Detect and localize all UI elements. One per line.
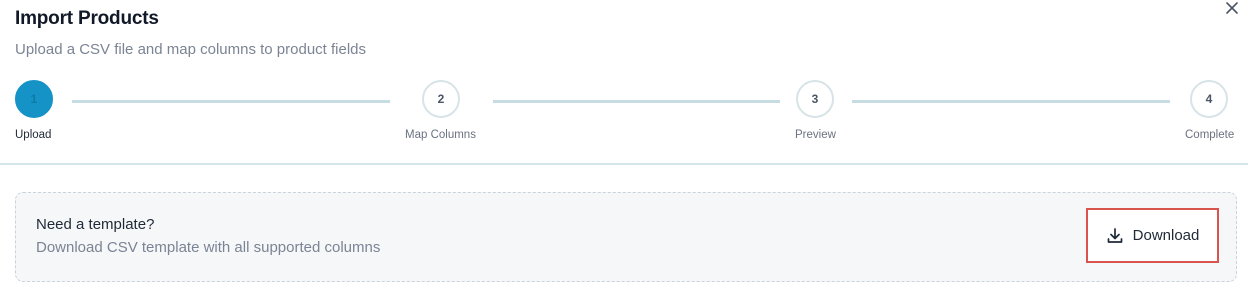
step-4-label: Complete	[1185, 129, 1235, 141]
step-2-label: Map Columns	[405, 129, 476, 141]
step-3-label: Preview	[795, 129, 836, 141]
step-1-circle[interactable]: 1	[15, 80, 53, 118]
step-1-label: Upload	[15, 129, 52, 141]
step-3-circle[interactable]: 3	[796, 80, 834, 118]
step-2-circle[interactable]: 2	[422, 80, 460, 118]
close-icon	[1226, 2, 1238, 14]
close-button[interactable]	[1224, 0, 1240, 16]
step-connector	[493, 100, 780, 103]
download-button-label: Download	[1132, 227, 1200, 244]
dialog-subtitle: Upload a CSV file and map columns to pro…	[15, 41, 367, 58]
header-divider	[0, 163, 1248, 165]
template-title: Need a template?	[36, 216, 155, 233]
import-stepper: 1 2 3 4 Upload Map Columns Preview Compl…	[0, 78, 1248, 158]
template-download-card: Need a template? Download CSV template w…	[15, 192, 1237, 282]
step-4-circle[interactable]: 4	[1190, 80, 1228, 118]
download-icon	[1106, 227, 1124, 245]
import-products-dialog: Import Products Upload a CSV file and ma…	[0, 0, 1248, 294]
step-connector	[852, 100, 1170, 103]
template-description: Download CSV template with all supported…	[36, 239, 381, 256]
download-template-button[interactable]: Download	[1086, 208, 1219, 263]
step-connector	[72, 100, 390, 103]
dialog-title: Import Products	[15, 8, 159, 29]
